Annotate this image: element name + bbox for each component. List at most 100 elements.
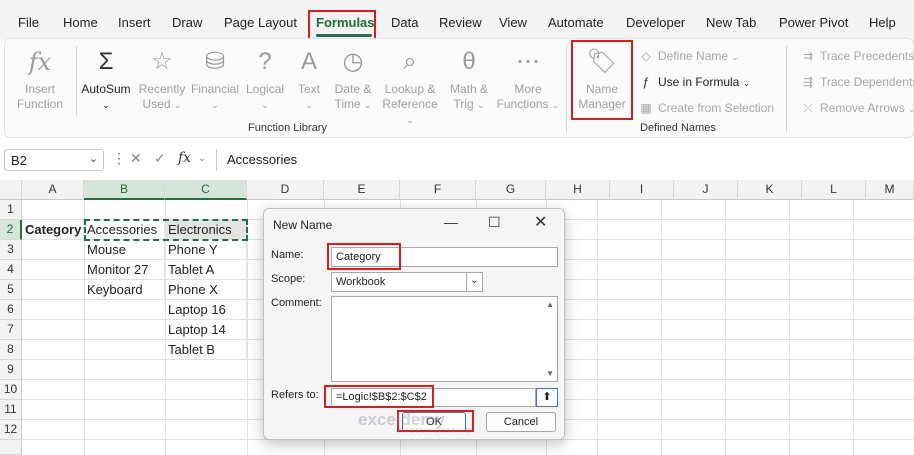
tab-draw[interactable]: Draw xyxy=(172,15,202,30)
row-header[interactable]: 10 xyxy=(0,380,22,400)
name-box-value: B2 xyxy=(11,153,27,168)
chevron-down-icon: ⌄ xyxy=(102,100,110,110)
cell-b5[interactable]: Keyboard xyxy=(84,280,165,300)
trace-dependents-button[interactable]: ⇶ Trace Dependents xyxy=(800,75,914,89)
cell-c8[interactable]: Tablet B xyxy=(165,340,247,360)
chevron-down-icon[interactable]: ⌄ xyxy=(466,273,482,291)
column-header[interactable]: G xyxy=(476,180,546,200)
cancel-icon[interactable]: ✕ xyxy=(130,150,142,167)
formulas-tab-highlight xyxy=(308,10,376,40)
column-header[interactable]: K xyxy=(738,180,802,200)
tab-help[interactable]: Help xyxy=(869,15,896,30)
date-time-button[interactable]: ◷ Date & Time ⌄ xyxy=(328,46,378,113)
column-header[interactable]: F xyxy=(400,180,476,200)
column-header[interactable]: D xyxy=(247,180,324,200)
minimize-icon[interactable]: — xyxy=(444,214,458,230)
cell-c3[interactable]: Phone Y xyxy=(165,240,247,260)
scope-value: Workbook xyxy=(336,276,386,288)
grid-select-icon: ▦ xyxy=(640,101,652,115)
select-all-corner[interactable] xyxy=(0,180,22,200)
row-header[interactable] xyxy=(0,440,22,455)
row-header[interactable]: 11 xyxy=(0,400,22,420)
trace-precedents-icon: ⇉ xyxy=(802,49,814,63)
create-from-selection-button[interactable]: ▦ Create from Selection xyxy=(638,101,774,115)
column-header[interactable]: B xyxy=(84,180,165,200)
row-header[interactable]: 6 xyxy=(0,300,22,320)
name-box[interactable]: B2 ⌄ xyxy=(4,149,104,171)
tab-data[interactable]: Data xyxy=(391,15,418,30)
tab-page-layout[interactable]: Page Layout xyxy=(224,15,297,30)
maximize-icon[interactable]: ☐ xyxy=(488,214,501,231)
defined-names-group-label: Defined Names xyxy=(640,122,716,134)
tab-power-pivot[interactable]: Power Pivot xyxy=(779,15,848,30)
row-header[interactable]: 9 xyxy=(0,360,22,380)
use-in-formula-button[interactable]: ƒ Use in Formula ⌄ xyxy=(638,75,751,89)
tab-review[interactable]: Review xyxy=(439,15,482,30)
close-icon[interactable]: ✕ xyxy=(534,212,547,232)
theta-icon: θ xyxy=(462,48,476,75)
formula-input[interactable]: Accessories xyxy=(216,149,914,171)
text-button[interactable]: A Text ⌄ xyxy=(288,46,330,113)
tab-automate[interactable]: Automate xyxy=(548,15,604,30)
cell-c6[interactable]: Laptop 16 xyxy=(165,300,247,320)
trace-dependents-icon: ⇶ xyxy=(802,75,814,89)
scope-select[interactable]: Workbook ⌄ xyxy=(331,272,483,292)
cell-b3[interactable]: Mouse xyxy=(84,240,165,260)
tab-new-tab[interactable]: New Tab xyxy=(706,15,756,30)
define-name-label: Define Name xyxy=(658,49,729,63)
remove-arrows-button[interactable]: ⤫ Remove Arrows ⌄ xyxy=(800,101,914,116)
column-header[interactable]: J xyxy=(674,180,738,200)
financial-button[interactable]: ⛁ Financial ⌄ xyxy=(188,46,242,113)
recently-used-button[interactable]: ☆ Recently Used ⌄ xyxy=(134,46,190,113)
row-header[interactable]: 12 xyxy=(0,420,22,440)
column-header[interactable]: A xyxy=(22,180,84,200)
more-functions-label-2: Functions xyxy=(496,97,549,111)
column-header[interactable]: I xyxy=(610,180,674,200)
cell-a2[interactable]: Category xyxy=(22,220,84,240)
insert-function-button[interactable]: fx Insert Function xyxy=(10,46,70,112)
comment-textarea[interactable]: ▲ ▼ xyxy=(331,296,558,382)
chevron-down-icon[interactable]: ⌄ xyxy=(198,153,206,164)
chevron-down-icon: ⌄ xyxy=(211,100,219,110)
tab-home[interactable]: Home xyxy=(63,15,98,30)
lookup-reference-button[interactable]: ⌕ Lookup & Reference ⌄ xyxy=(378,46,442,128)
trace-precedents-button[interactable]: ⇉ Trace Precedents xyxy=(800,49,914,63)
column-header[interactable]: M xyxy=(866,180,914,200)
row-header[interactable]: 4 xyxy=(0,260,22,280)
autosum-button[interactable]: Σ AutoSum ⌄ xyxy=(78,46,134,113)
cancel-button[interactable]: Cancel xyxy=(486,412,556,432)
logical-button[interactable]: ? Logical ⌄ xyxy=(240,46,290,113)
scroll-down-icon[interactable]: ▼ xyxy=(546,369,554,378)
row-header[interactable]: 2 xyxy=(0,220,22,240)
cell-c4[interactable]: Tablet A xyxy=(165,260,247,280)
define-name-button[interactable]: ◇ Define Name ⌄ xyxy=(638,49,739,63)
fx-icon[interactable]: fx xyxy=(178,150,191,166)
column-header[interactable]: H xyxy=(546,180,610,200)
autosum-label: AutoSum xyxy=(81,82,131,96)
chevron-down-icon: ⌄ xyxy=(551,100,560,110)
row-header[interactable]: 3 xyxy=(0,240,22,260)
row-header[interactable]: 1 xyxy=(0,200,22,220)
cell-c5[interactable]: Phone X xyxy=(165,280,247,300)
refers-to-highlight xyxy=(324,385,434,408)
cell-c7[interactable]: Laptop 14 xyxy=(165,320,247,340)
scroll-up-icon[interactable]: ▲ xyxy=(546,300,554,309)
enter-icon[interactable]: ✓ xyxy=(154,150,166,167)
tab-view[interactable]: View xyxy=(499,15,527,30)
collapse-dialog-icon[interactable]: ⬆ xyxy=(536,388,558,407)
row-header[interactable]: 8 xyxy=(0,340,22,360)
column-header[interactable]: C xyxy=(165,180,247,200)
more-functions-button[interactable]: ⋯ More Functions ⌄ xyxy=(494,46,562,113)
tab-developer[interactable]: Developer xyxy=(626,15,685,30)
ribbon-separator xyxy=(76,46,77,116)
math-trig-button[interactable]: θ Math & Trig ⌄ xyxy=(442,46,496,113)
row-header[interactable]: 7 xyxy=(0,320,22,340)
column-header[interactable]: L xyxy=(802,180,866,200)
row-header[interactable]: 5 xyxy=(0,280,22,300)
calendar-clock-icon: ◷ xyxy=(342,48,364,75)
column-header[interactable]: E xyxy=(324,180,400,200)
tab-insert[interactable]: Insert xyxy=(118,15,151,30)
tab-file[interactable]: File xyxy=(18,15,39,30)
ribbon-separator xyxy=(786,46,787,132)
cell-b4[interactable]: Monitor 27 xyxy=(84,260,165,280)
